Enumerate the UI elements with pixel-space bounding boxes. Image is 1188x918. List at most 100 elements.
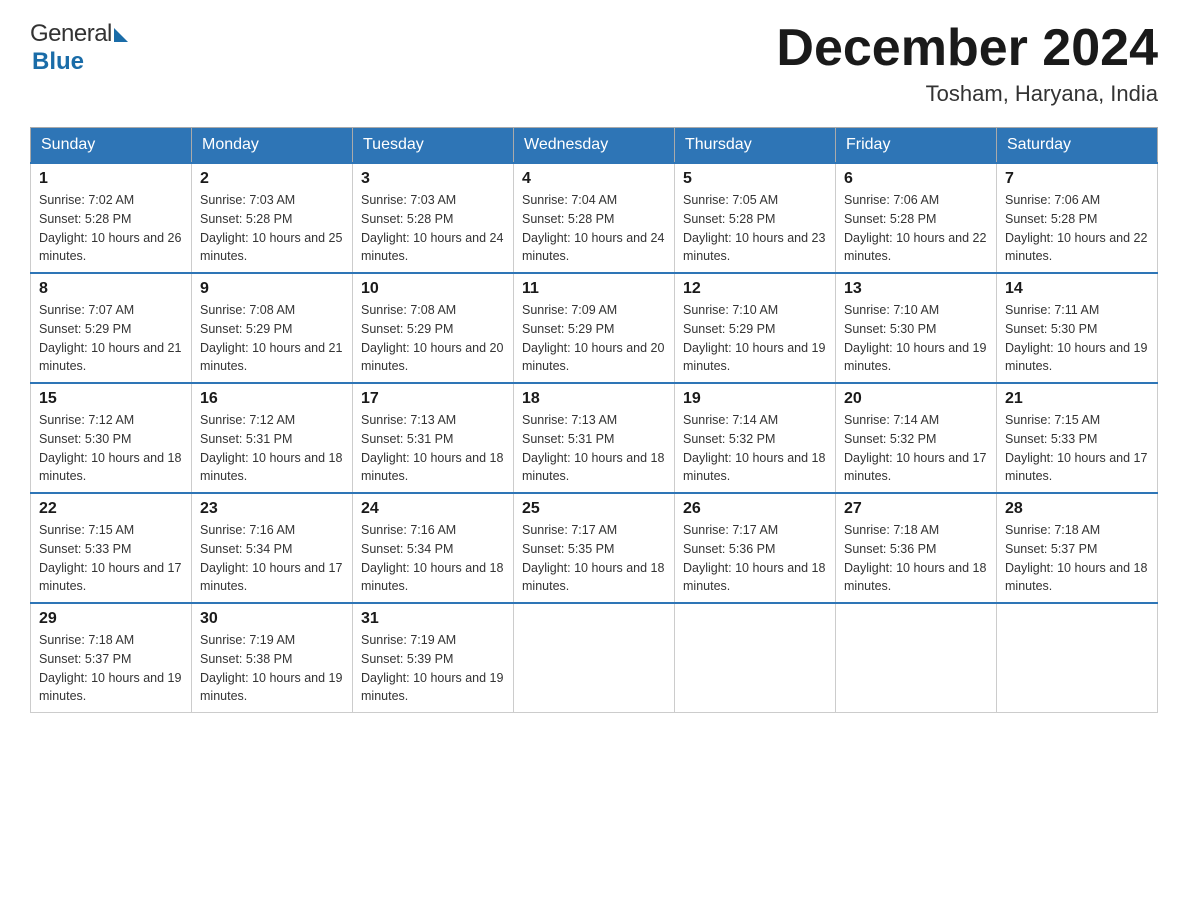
calendar-cell: 14 Sunrise: 7:11 AM Sunset: 5:30 PM Dayl… [997,273,1158,383]
day-number: 14 [1005,280,1149,298]
day-number: 17 [361,390,505,408]
calendar-cell: 13 Sunrise: 7:10 AM Sunset: 5:30 PM Dayl… [836,273,997,383]
day-info: Sunrise: 7:10 AM Sunset: 5:29 PM Dayligh… [683,301,827,376]
day-info: Sunrise: 7:13 AM Sunset: 5:31 PM Dayligh… [522,411,666,486]
day-number: 25 [522,500,666,518]
day-info: Sunrise: 7:19 AM Sunset: 5:38 PM Dayligh… [200,631,344,706]
day-info: Sunrise: 7:15 AM Sunset: 5:33 PM Dayligh… [39,521,183,596]
day-info: Sunrise: 7:06 AM Sunset: 5:28 PM Dayligh… [1005,191,1149,266]
day-info: Sunrise: 7:02 AM Sunset: 5:28 PM Dayligh… [39,191,183,266]
day-number: 2 [200,170,344,188]
calendar-cell: 12 Sunrise: 7:10 AM Sunset: 5:29 PM Dayl… [675,273,836,383]
calendar-week-4: 22 Sunrise: 7:15 AM Sunset: 5:33 PM Dayl… [31,493,1158,603]
day-info: Sunrise: 7:14 AM Sunset: 5:32 PM Dayligh… [844,411,988,486]
day-info: Sunrise: 7:15 AM Sunset: 5:33 PM Dayligh… [1005,411,1149,486]
calendar-cell: 15 Sunrise: 7:12 AM Sunset: 5:30 PM Dayl… [31,383,192,493]
calendar-week-5: 29 Sunrise: 7:18 AM Sunset: 5:37 PM Dayl… [31,603,1158,713]
day-number: 15 [39,390,183,408]
calendar-cell: 9 Sunrise: 7:08 AM Sunset: 5:29 PM Dayli… [192,273,353,383]
day-info: Sunrise: 7:14 AM Sunset: 5:32 PM Dayligh… [683,411,827,486]
day-info: Sunrise: 7:16 AM Sunset: 5:34 PM Dayligh… [361,521,505,596]
day-number: 21 [1005,390,1149,408]
day-number: 27 [844,500,988,518]
header-sunday: Sunday [31,128,192,164]
calendar-cell: 11 Sunrise: 7:09 AM Sunset: 5:29 PM Dayl… [514,273,675,383]
day-number: 29 [39,610,183,628]
calendar-cell [514,603,675,713]
calendar-cell: 25 Sunrise: 7:17 AM Sunset: 5:35 PM Dayl… [514,493,675,603]
calendar-week-1: 1 Sunrise: 7:02 AM Sunset: 5:28 PM Dayli… [31,163,1158,273]
day-info: Sunrise: 7:05 AM Sunset: 5:28 PM Dayligh… [683,191,827,266]
day-number: 11 [522,280,666,298]
day-number: 4 [522,170,666,188]
day-info: Sunrise: 7:10 AM Sunset: 5:30 PM Dayligh… [844,301,988,376]
calendar-week-3: 15 Sunrise: 7:12 AM Sunset: 5:30 PM Dayl… [31,383,1158,493]
day-number: 1 [39,170,183,188]
calendar-cell: 5 Sunrise: 7:05 AM Sunset: 5:28 PM Dayli… [675,163,836,273]
calendar-cell: 23 Sunrise: 7:16 AM Sunset: 5:34 PM Dayl… [192,493,353,603]
calendar-cell: 3 Sunrise: 7:03 AM Sunset: 5:28 PM Dayli… [353,163,514,273]
header-saturday: Saturday [997,128,1158,164]
day-info: Sunrise: 7:08 AM Sunset: 5:29 PM Dayligh… [200,301,344,376]
header-friday: Friday [836,128,997,164]
day-number: 26 [683,500,827,518]
day-info: Sunrise: 7:08 AM Sunset: 5:29 PM Dayligh… [361,301,505,376]
calendar-cell: 4 Sunrise: 7:04 AM Sunset: 5:28 PM Dayli… [514,163,675,273]
logo-general-text: General [30,20,112,48]
calendar-cell: 19 Sunrise: 7:14 AM Sunset: 5:32 PM Dayl… [675,383,836,493]
logo-blue-text: Blue [30,48,84,75]
day-number: 7 [1005,170,1149,188]
day-info: Sunrise: 7:03 AM Sunset: 5:28 PM Dayligh… [200,191,344,266]
calendar-cell: 28 Sunrise: 7:18 AM Sunset: 5:37 PM Dayl… [997,493,1158,603]
day-number: 24 [361,500,505,518]
calendar-cell: 24 Sunrise: 7:16 AM Sunset: 5:34 PM Dayl… [353,493,514,603]
day-number: 19 [683,390,827,408]
day-info: Sunrise: 7:19 AM Sunset: 5:39 PM Dayligh… [361,631,505,706]
header-wednesday: Wednesday [514,128,675,164]
calendar-week-2: 8 Sunrise: 7:07 AM Sunset: 5:29 PM Dayli… [31,273,1158,383]
calendar-cell: 17 Sunrise: 7:13 AM Sunset: 5:31 PM Dayl… [353,383,514,493]
logo-arrow-icon [114,28,128,42]
day-number: 22 [39,500,183,518]
day-number: 28 [1005,500,1149,518]
calendar-cell [836,603,997,713]
calendar-cell: 20 Sunrise: 7:14 AM Sunset: 5:32 PM Dayl… [836,383,997,493]
day-number: 16 [200,390,344,408]
day-info: Sunrise: 7:09 AM Sunset: 5:29 PM Dayligh… [522,301,666,376]
day-info: Sunrise: 7:11 AM Sunset: 5:30 PM Dayligh… [1005,301,1149,376]
day-info: Sunrise: 7:18 AM Sunset: 5:37 PM Dayligh… [1005,521,1149,596]
calendar-cell: 22 Sunrise: 7:15 AM Sunset: 5:33 PM Dayl… [31,493,192,603]
logo: General Blue [30,20,128,76]
day-number: 23 [200,500,344,518]
day-number: 10 [361,280,505,298]
calendar-cell: 1 Sunrise: 7:02 AM Sunset: 5:28 PM Dayli… [31,163,192,273]
calendar-cell: 21 Sunrise: 7:15 AM Sunset: 5:33 PM Dayl… [997,383,1158,493]
calendar-header-row: Sunday Monday Tuesday Wednesday Thursday… [31,128,1158,164]
calendar-cell: 29 Sunrise: 7:18 AM Sunset: 5:37 PM Dayl… [31,603,192,713]
header-thursday: Thursday [675,128,836,164]
day-info: Sunrise: 7:18 AM Sunset: 5:36 PM Dayligh… [844,521,988,596]
calendar-cell: 18 Sunrise: 7:13 AM Sunset: 5:31 PM Dayl… [514,383,675,493]
day-number: 13 [844,280,988,298]
day-number: 12 [683,280,827,298]
header-monday: Monday [192,128,353,164]
calendar-cell: 10 Sunrise: 7:08 AM Sunset: 5:29 PM Dayl… [353,273,514,383]
title-block: December 2024 Tosham, Haryana, India [776,20,1158,107]
day-number: 5 [683,170,827,188]
day-info: Sunrise: 7:16 AM Sunset: 5:34 PM Dayligh… [200,521,344,596]
day-info: Sunrise: 7:17 AM Sunset: 5:35 PM Dayligh… [522,521,666,596]
day-info: Sunrise: 7:07 AM Sunset: 5:29 PM Dayligh… [39,301,183,376]
day-number: 20 [844,390,988,408]
calendar-cell [997,603,1158,713]
calendar-cell: 16 Sunrise: 7:12 AM Sunset: 5:31 PM Dayl… [192,383,353,493]
day-info: Sunrise: 7:06 AM Sunset: 5:28 PM Dayligh… [844,191,988,266]
day-info: Sunrise: 7:12 AM Sunset: 5:30 PM Dayligh… [39,411,183,486]
calendar-cell: 27 Sunrise: 7:18 AM Sunset: 5:36 PM Dayl… [836,493,997,603]
calendar-title: December 2024 [776,20,1158,77]
day-number: 9 [200,280,344,298]
day-info: Sunrise: 7:12 AM Sunset: 5:31 PM Dayligh… [200,411,344,486]
day-info: Sunrise: 7:13 AM Sunset: 5:31 PM Dayligh… [361,411,505,486]
day-number: 8 [39,280,183,298]
day-info: Sunrise: 7:04 AM Sunset: 5:28 PM Dayligh… [522,191,666,266]
calendar-subtitle: Tosham, Haryana, India [776,81,1158,107]
